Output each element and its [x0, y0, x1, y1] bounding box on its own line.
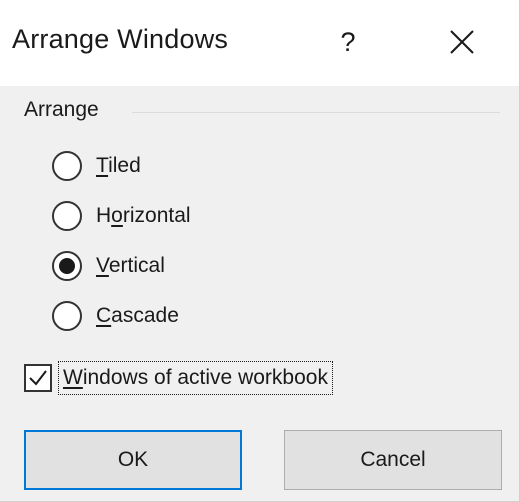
radio-cascade[interactable]: Cascade: [52, 298, 179, 334]
mnemonic-letter: C: [96, 304, 112, 327]
close-button[interactable]: [436, 16, 488, 68]
radio-button[interactable]: [52, 201, 82, 231]
arrange-group-label: Arrange: [24, 98, 107, 122]
radio-button[interactable]: [52, 251, 82, 281]
group-divider: [132, 112, 500, 113]
radio-label: Vertical: [96, 254, 165, 277]
radio-horizontal[interactable]: Horizontal: [52, 198, 191, 234]
mnemonic-letter: o: [111, 204, 123, 227]
mnemonic-letter: T: [96, 154, 109, 177]
dialog-title: Arrange Windows: [12, 24, 229, 54]
active-workbook-label: Windows of active workbook: [58, 361, 333, 395]
ok-button[interactable]: OK: [24, 430, 242, 490]
radio-label: Horizontal: [96, 204, 191, 227]
title-bar: Arrange Windows ?: [0, 0, 520, 86]
cancel-button[interactable]: Cancel: [284, 430, 502, 490]
radio-tiled[interactable]: Tiled: [52, 148, 141, 184]
radio-button[interactable]: [52, 301, 82, 331]
active-workbook-option[interactable]: Windows of active workbook: [24, 358, 333, 398]
mnemonic-letter: V: [96, 254, 109, 277]
radio-label: Tiled: [96, 154, 141, 177]
close-icon: [450, 30, 474, 54]
help-button[interactable]: ?: [324, 16, 372, 68]
active-workbook-checkbox[interactable]: [24, 364, 52, 392]
mnemonic-letter: W: [63, 366, 83, 389]
radio-button[interactable]: [52, 151, 82, 181]
radio-vertical[interactable]: Vertical: [52, 248, 165, 284]
radio-label: Cascade: [96, 304, 179, 327]
checkmark-icon: [29, 370, 47, 386]
